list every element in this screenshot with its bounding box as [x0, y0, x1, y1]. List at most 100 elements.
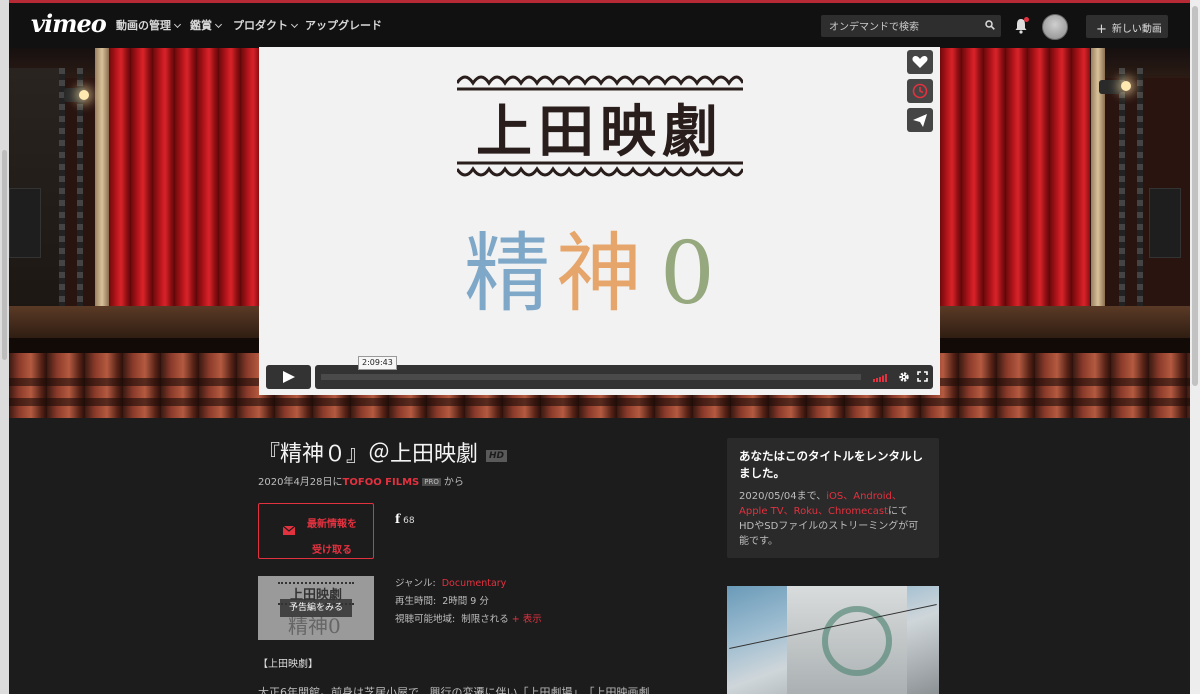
chevron-down-icon	[173, 20, 182, 29]
facebook-count: 68	[403, 516, 415, 526]
avatar[interactable]	[1042, 14, 1068, 40]
genre-link[interactable]: Documentary	[442, 578, 507, 589]
video-player[interactable]: 上田映劇 精 神 0 2:09:43	[259, 47, 940, 395]
theatre-logo-text: 上田映劇	[476, 100, 724, 165]
speaker	[1149, 188, 1181, 258]
region-row: 視聴可能地域: 制限される + 表示	[395, 611, 542, 625]
seat-row-shadow	[9, 398, 1190, 406]
genre-row: ジャンル: Documentary	[395, 575, 506, 589]
volume-icon[interactable]	[873, 373, 891, 382]
plus-icon: +	[1096, 22, 1107, 37]
heart-icon	[912, 56, 928, 68]
title-art-char-1: 精	[464, 224, 550, 324]
play-icon	[283, 371, 295, 383]
runtime-value: 2時間 9 分	[442, 596, 489, 607]
nav-products[interactable]: プロダクト	[233, 17, 299, 33]
chevron-down-icon	[214, 20, 223, 29]
play-button[interactable]	[266, 365, 311, 389]
watch-trailer-button[interactable]: 予告編をみる	[280, 599, 352, 617]
search-icon[interactable]	[985, 20, 995, 30]
rental-suffix-1: にて	[888, 506, 909, 517]
clock-icon	[912, 83, 928, 99]
page-scrollbar-thumb[interactable]	[1192, 6, 1198, 386]
nav-manage-videos[interactable]: 動画の管理	[116, 17, 182, 33]
rental-body: 2020/05/04まで、iOS、Android、 Apple TV、Roku、C…	[739, 489, 927, 549]
light-truss	[1119, 68, 1125, 318]
runtime-row: 再生時間: 2時間 9 分	[395, 593, 489, 607]
region-value: 制限される	[461, 614, 509, 625]
left-scrollbar[interactable]	[0, 0, 9, 694]
video-title-text: 『精神０』＠上田映劇	[258, 442, 479, 467]
light-truss	[59, 68, 65, 318]
region-label: 視聴可能地域:	[395, 614, 456, 625]
nav-products-label: プロダクト	[233, 19, 288, 32]
light-truss	[77, 68, 83, 318]
facebook-icon: f	[395, 512, 401, 526]
new-video-label: 新しい動画	[1111, 24, 1162, 35]
stage-pillar	[95, 48, 109, 338]
gear-icon[interactable]	[898, 371, 910, 383]
stage-curtain-right	[940, 48, 1090, 313]
light-truss	[1137, 68, 1143, 318]
subscribe-label: 最新情報を 受け取る	[297, 512, 367, 564]
share-button[interactable]	[907, 108, 933, 132]
video-details: 『精神０』＠上田映劇 HD 2020年4月28日にTOFOO FILMS PRO から…	[9, 418, 1190, 694]
subscribe-line-1: 最新情報を	[307, 519, 357, 530]
film-title-art: 精 神 0	[464, 219, 754, 329]
rental-platforms-2[interactable]: Apple TV、Roku、Chromecast	[739, 506, 888, 517]
vimeo-app: vimeo 動画の管理 鑑賞 プロダクト アップグレード + 新しい動画	[9, 0, 1190, 694]
genre-label: ジャンル:	[395, 578, 436, 589]
rental-expiry: 2020/05/04まで、	[739, 491, 827, 502]
upload-date: 2020年4月28日に	[258, 477, 343, 488]
theatre-logo: 上田映劇	[455, 59, 745, 189]
envelope-icon	[283, 526, 295, 535]
description-heading: 【上田映劇】	[258, 659, 318, 670]
subscribe-button[interactable]: 最新情報を 受け取る	[258, 503, 374, 559]
control-bar: 2:09:43	[315, 356, 933, 389]
nav-watch[interactable]: 鑑賞	[190, 17, 223, 33]
title-art-char-2: 神	[556, 224, 642, 324]
rental-platforms-1[interactable]: iOS、Android、	[826, 491, 902, 502]
facebook-share[interactable]: f 68	[395, 512, 415, 526]
time-tooltip: 2:09:43	[358, 356, 397, 370]
page-scrollbar[interactable]	[1190, 0, 1200, 694]
stage-lamp-glow	[79, 90, 89, 100]
runtime-label: 再生時間:	[395, 596, 437, 607]
fullscreen-icon[interactable]	[917, 371, 928, 382]
rental-suffix-2: HDやSDファイルのストリーミングが可能です。	[739, 521, 919, 547]
description-text: 大正6年開館。前身は芝居小屋で、興行の変遷に伴い「上田劇場」、「上田映画劇	[258, 686, 650, 694]
video-title: 『精神０』＠上田映劇 HD	[258, 436, 508, 468]
from-suffix: から	[443, 477, 464, 488]
nav-manage-videos-label: 動画の管理	[116, 19, 171, 32]
paper-plane-icon	[913, 114, 927, 127]
new-video-button[interactable]: + 新しい動画	[1086, 15, 1168, 38]
stage-lamp-glow	[1121, 81, 1131, 91]
channel-link[interactable]: TOFOO FILMS	[343, 477, 420, 488]
related-photo[interactable]	[727, 586, 939, 694]
search-input[interactable]	[821, 18, 971, 37]
stage-lamp	[1099, 80, 1121, 94]
search-box	[821, 15, 1001, 37]
nav-upgrade[interactable]: アップグレード	[305, 17, 382, 33]
subscribe-line-2: 受け取る	[312, 545, 352, 556]
trailer-thumbnail[interactable]: 上田映劇 精神0 予告編をみる	[258, 576, 374, 640]
watch-later-button[interactable]	[907, 79, 933, 103]
rental-title: あなたはこのタイトルをレンタルしました。	[739, 449, 923, 480]
left-scrollbar-thumb[interactable]	[2, 150, 7, 360]
rental-panel: あなたはこのタイトルをレンタルしました。 2020/05/04まで、iOS、An…	[727, 438, 939, 558]
nav-watch-label: 鑑賞	[190, 19, 212, 32]
top-nav: vimeo 動画の管理 鑑賞 プロダクト アップグレード + 新しい動画	[9, 0, 1190, 48]
player-controls: 2:09:43	[266, 356, 933, 389]
pro-badge: PRO	[422, 478, 441, 486]
vimeo-logo[interactable]: vimeo	[31, 9, 107, 38]
stage-curtain-left	[109, 48, 259, 313]
progress-bar[interactable]	[321, 374, 861, 380]
notification-dot	[1024, 17, 1029, 22]
region-show-more-link[interactable]: + 表示	[512, 614, 542, 625]
title-art-char-3: 0	[660, 224, 715, 324]
like-button[interactable]	[907, 50, 933, 74]
speaker	[9, 188, 41, 258]
hd-badge: HD	[486, 450, 508, 462]
chevron-down-icon	[290, 20, 299, 29]
browser-frame: vimeo 動画の管理 鑑賞 プロダクト アップグレード + 新しい動画	[0, 0, 1200, 694]
